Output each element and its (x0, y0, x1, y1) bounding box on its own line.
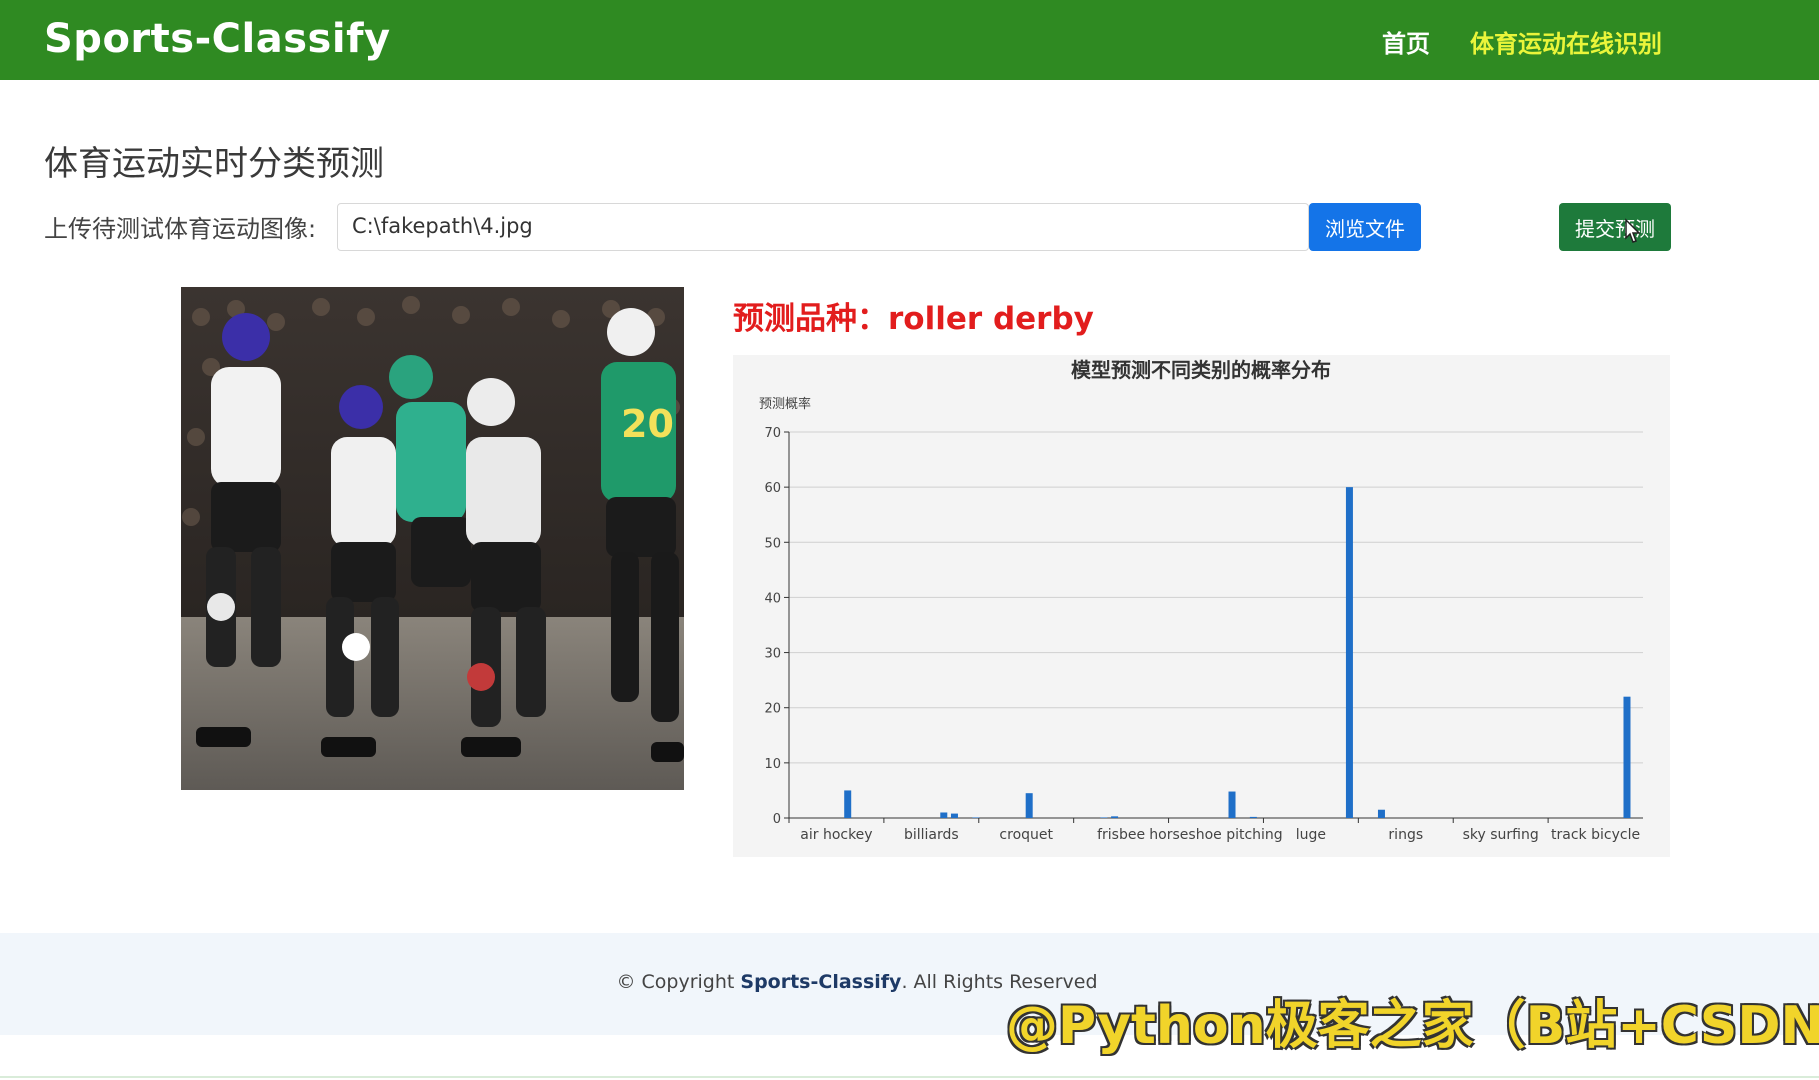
chart-bar[interactable] (940, 812, 948, 818)
navbar: Sports-Classify 首页 体育运动在线识别 (0, 0, 1819, 80)
chart-bar[interactable] (1249, 816, 1257, 818)
svg-text:20: 20 (621, 402, 674, 446)
chart-x-tick-label: track bicycle (1551, 827, 1640, 843)
probability-chart: 模型预测不同类别的概率分布 预测概率 0 10 20 30 40 50 60 70 air ho… (733, 355, 1670, 857)
chart-bar[interactable] (844, 790, 852, 818)
chart-y-tick-label: 50 (764, 536, 781, 551)
bottom-divider (0, 1076, 1819, 1078)
chart-title: 模型预测不同类别的概率分布 (1071, 358, 1331, 382)
upload-label: 上传待测试体育运动图像: (44, 215, 317, 243)
chart-bar[interactable] (972, 817, 980, 818)
chart-y-tick-label: 10 (764, 757, 781, 772)
chart-x-tick-label: billiards (904, 827, 959, 843)
chart-x-tick-label: horseshoe pitching (1149, 827, 1282, 843)
submit-prediction-button[interactable]: 提交预测 (1559, 203, 1671, 251)
chart-bar[interactable] (1345, 487, 1353, 818)
footer-brand[interactable]: Sports-Classify (740, 971, 901, 993)
chart-x-tick-label: air hockey (800, 827, 872, 843)
file-path-input[interactable]: C:\fakepath\4.jpg (337, 203, 1309, 251)
watermark-text: @Python极客之家（B站+CSDN） (1006, 996, 1819, 1056)
chart-svg: 模型预测不同类别的概率分布 预测概率 0 10 20 30 40 50 60 70 air ho… (759, 358, 1643, 843)
chart-bar[interactable] (1377, 809, 1385, 818)
chart-bar[interactable] (1228, 791, 1236, 818)
chart-y-tick-label: 30 (764, 647, 781, 662)
chart-bar[interactable] (1623, 696, 1631, 818)
chart-bar[interactable] (1025, 793, 1033, 818)
chart-y-tick-label: 70 (764, 426, 781, 441)
brand-logo[interactable]: Sports-Classify (44, 16, 391, 62)
browse-file-button[interactable]: 浏览文件 (1309, 203, 1421, 251)
chart-x-tick-label: rings (1388, 827, 1423, 843)
mouse-cursor-icon (1625, 218, 1641, 243)
uploaded-sport-image: 20 (181, 287, 684, 790)
chart-y-axis-label: 预测概率 (759, 396, 811, 412)
chart-y-tick-label: 60 (764, 481, 781, 496)
chart-bar[interactable] (1111, 816, 1119, 818)
chart-bar[interactable] (1100, 817, 1108, 818)
chart-y-tick-label: 0 (773, 812, 781, 827)
chart-y-tick-label: 20 (764, 702, 781, 717)
chart-y-tick-label: 40 (764, 591, 781, 606)
chart-x-tick-label: croquet (999, 827, 1053, 843)
prediction-result: 预测品种：roller derby (733, 301, 1094, 337)
chart-x-tick-label: frisbee (1097, 827, 1145, 843)
nav-link-online-recognition[interactable]: 体育运动在线识别 (1470, 24, 1662, 59)
chart-bar[interactable] (950, 813, 958, 818)
footer-prefix: © Copyright (616, 971, 741, 993)
chart-x-tick-label: luge (1296, 827, 1326, 843)
page-title: 体育运动实时分类预测 (44, 144, 384, 184)
nav-link-home[interactable]: 首页 (1382, 24, 1430, 59)
chart-x-tick-label: sky surfing (1463, 827, 1539, 843)
